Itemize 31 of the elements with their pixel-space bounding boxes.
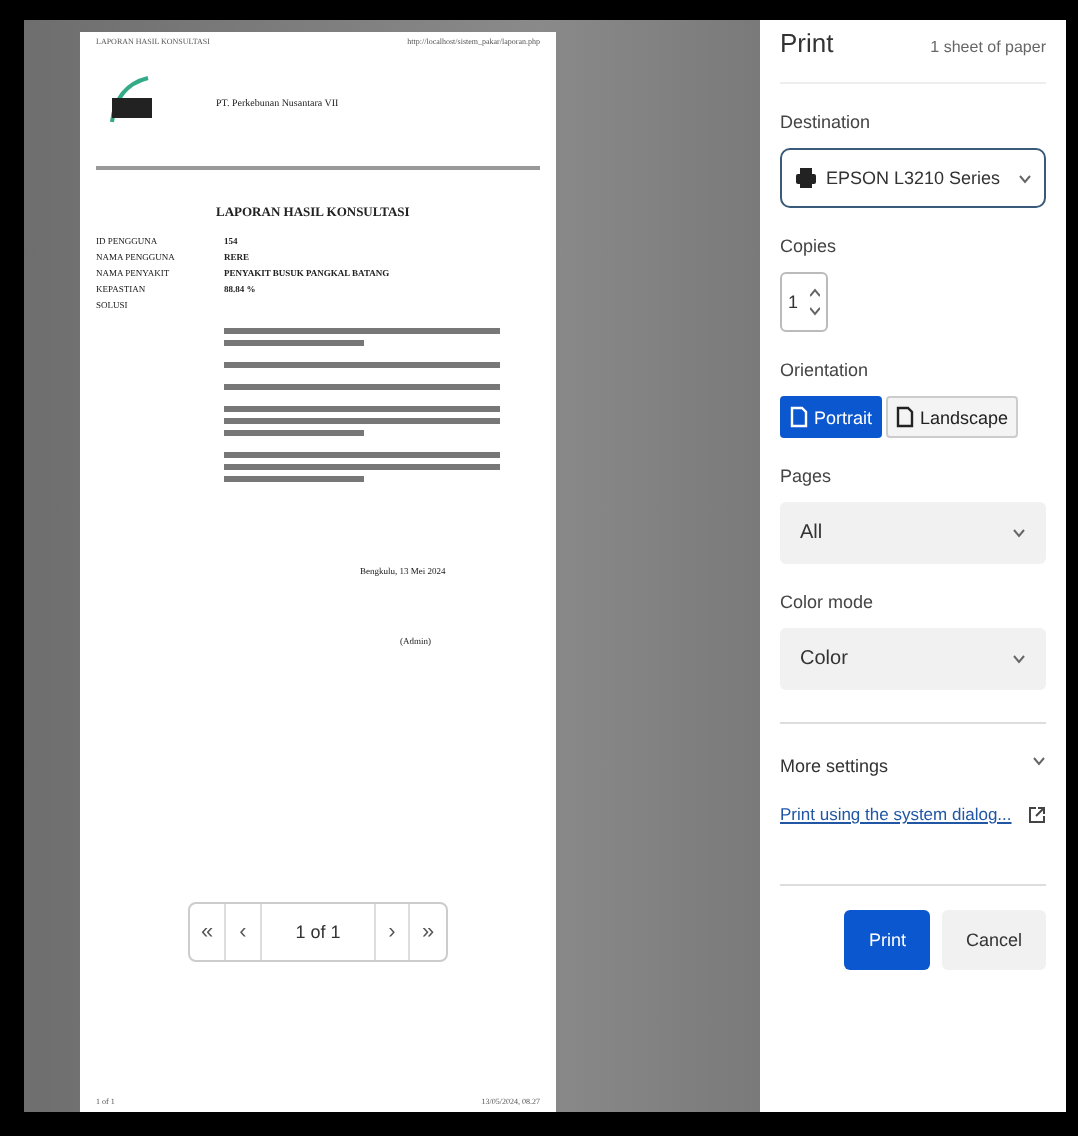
chevron-down-icon [1012,654,1026,664]
page-icon [790,406,808,428]
chevron-down-icon [1012,528,1026,538]
system-dialog-link[interactable]: Print using the system dialog... [780,804,1012,824]
printer-icon [794,166,818,190]
last-page-button[interactable]: » [410,904,446,960]
color-mode-select[interactable]: Color [780,628,1046,690]
orientation-button[interactable]: Landscape [886,396,1019,438]
destination-select[interactable]: EPSON L3210 Series [780,148,1046,208]
first-page-button[interactable]: « [190,904,226,960]
spinner-icon [810,286,820,318]
dialog-title: Print [780,28,834,58]
destination-label: Destination [780,112,873,132]
page-number: 1 of 1 [293,922,343,942]
chevron-down-icon [1018,173,1032,183]
copies-field[interactable]: 1 [780,272,828,332]
print-button[interactable]: Print [844,910,930,970]
cancel-button[interactable]: Cancel [941,910,1046,970]
copies-label: Copies [780,236,839,256]
external-link-icon [1028,805,1046,823]
orientation-label: Orientation [780,360,871,380]
more-settings-toggle[interactable]: More settings [780,744,1046,788]
color-mode-label: Color mode [780,592,876,612]
next-page-button[interactable]: › [374,904,410,960]
chevron-down-icon [1032,756,1046,766]
previous-page-button[interactable]: ‹ [226,904,262,960]
pages-label: Pages [780,466,834,486]
orientation-button[interactable]: Portrait [780,396,883,438]
pages-select[interactable]: All [780,502,1046,564]
page-icon [896,406,915,428]
sheet-count: 1 sheet of paper [930,38,1046,56]
